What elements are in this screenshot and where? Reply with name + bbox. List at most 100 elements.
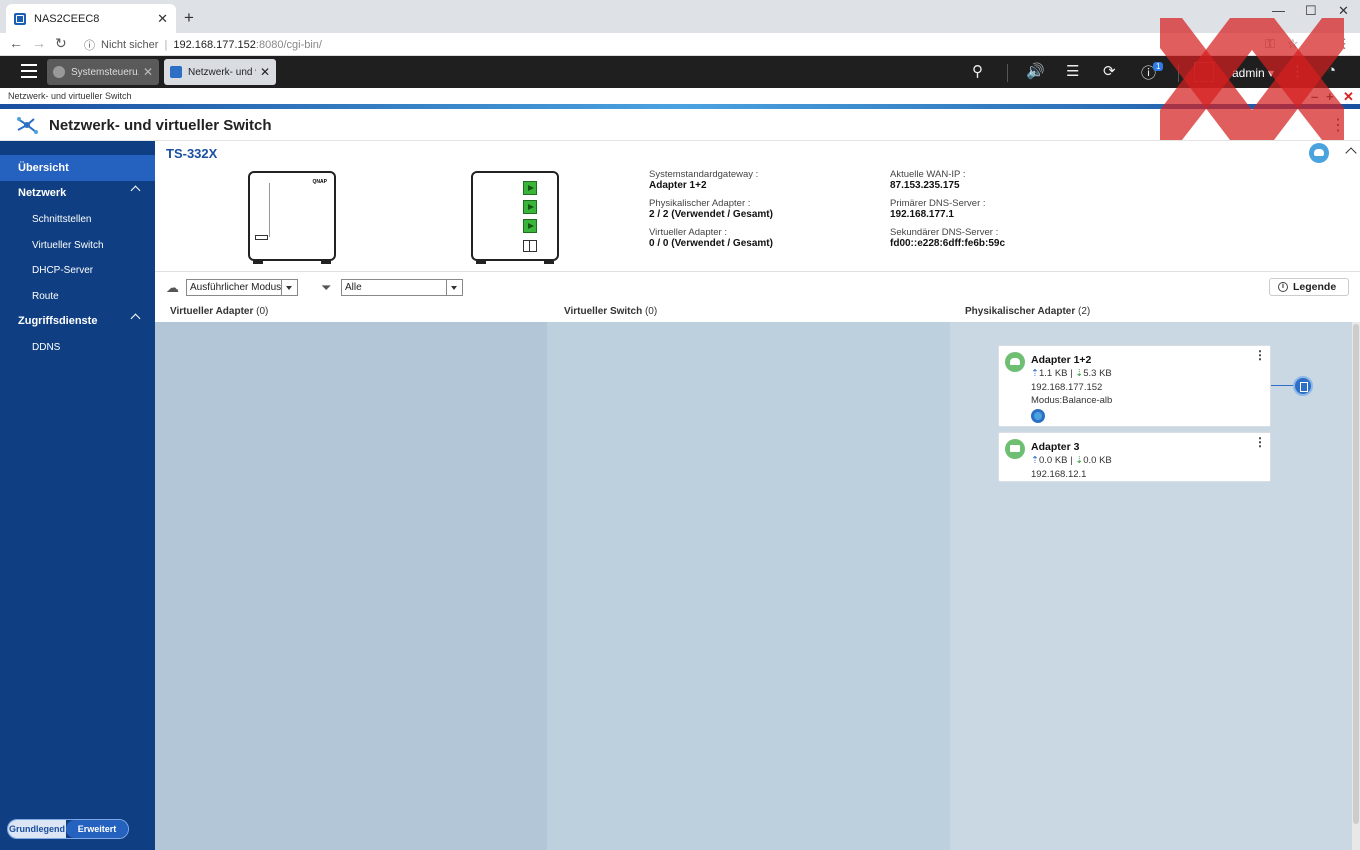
virtual-adapter-label: Virtueller Adapter : [649,227,727,238]
scrollbar[interactable] [1352,322,1360,850]
chevron-up-icon [130,313,141,324]
app-tab-label: Netzwerk- und v... [188,66,256,78]
app-tab-network[interactable]: Netzwerk- und v... ✕ [164,59,276,85]
browser-menu-icon[interactable]: ⋮ [1338,36,1351,52]
sidebar-item-label: Netzwerk [18,187,67,199]
close-app-tab-icon[interactable]: ✕ [143,65,153,79]
gear-icon [53,66,65,78]
info-icon[interactable]: ⓘ [84,37,95,53]
lan-port-icon[interactable] [523,200,537,214]
sfp-port-icon[interactable] [523,240,537,252]
user-avatar[interactable] [1194,62,1214,82]
main-menu-icon[interactable] [21,64,37,78]
adapter-ip: 192.168.12.1 [1031,469,1087,480]
column-header-physical-adapter: Physikalischer Adapter (2) [965,306,1090,317]
adapter-card[interactable]: Adapter 1+2 ⋮ ⇡1.1 KB | ⇣5.3 KB 192.168.… [998,345,1271,427]
adapter-mode: Modus:Balance-alb [1031,395,1113,406]
filter-select-value: Alle [345,282,362,293]
sidebar-section-access-services[interactable]: Zugriffsdienste [0,308,155,334]
nas-foot [544,261,554,264]
forward-icon[interactable]: → [32,35,46,51]
adapter-menu-icon[interactable]: ⋮ [1254,349,1266,361]
key-icon[interactable]: ⚿ [1265,36,1275,52]
search-icon[interactable]: ⚲ [972,62,983,80]
mode-basic-button[interactable]: Grundlegend [8,820,66,838]
app-tab-control-panel[interactable]: Systemsteueru... ✕ [47,59,159,85]
sidebar-section-network[interactable]: Netzwerk [0,180,155,206]
sidebar-item-virtual-switch[interactable]: Virtueller Switch [0,232,155,258]
window-minimize-icon[interactable]: – [1311,89,1318,104]
nas-foot [476,261,486,264]
more-options-icon[interactable]: ⋮ [1290,62,1305,80]
scrollbar-thumb[interactable] [1353,324,1359,824]
network-app-icon [170,66,182,78]
sidebar-item-route[interactable]: Route [0,283,155,309]
lan-port-icon[interactable] [523,181,537,195]
info-icon: i [1278,282,1288,292]
tasks-icon[interactable]: ☰ [1066,62,1079,80]
lan-port-icon[interactable] [523,219,537,233]
sidebar-item-label: DHCP-Server [32,264,94,276]
back-icon[interactable]: ← [9,35,23,51]
filter-select[interactable]: Alle [341,279,463,296]
cloud-icon[interactable] [1309,143,1329,163]
sidebar-item-ddns[interactable]: DDNS [0,334,155,360]
secondary-dns-label: Sekundärer DNS-Server : [890,227,999,238]
physical-adapter-value: 2 / 2 (Verwendet / Gesamt) [649,209,773,220]
collapse-icon[interactable] [1345,147,1357,159]
sidebar-item-label: Virtueller Switch [32,239,104,251]
sidebar-item-label: Schnittstellen [32,213,92,225]
speaker-icon[interactable]: 🔊 [1026,62,1045,80]
sidebar-item-interfaces[interactable]: Schnittstellen [0,206,155,232]
download-value: 5.3 KB [1083,368,1112,379]
nas-foot [253,261,263,264]
column-title: Virtueller Adapter [170,306,254,317]
maximize-icon[interactable]: ☐ [1305,3,1317,19]
window-close-icon[interactable]: ✕ [1343,89,1354,105]
minimize-icon[interactable]: — [1272,3,1285,18]
adapter-traffic: ⇡0.0 KB | ⇣0.0 KB [1031,455,1112,466]
sidebar-item-dhcp[interactable]: DHCP-Server [0,257,155,283]
mode-select[interactable]: Ausführlicher Modus [186,279,298,296]
network-summary-right: Aktuelle WAN-IP : 87.153.235.175 Primäre… [890,169,1005,256]
chevron-up-icon [130,185,141,196]
physical-port-icon[interactable] [1293,376,1313,396]
sidebar-item-label: Übersicht [18,162,69,174]
app-more-icon[interactable]: ⋮ [1330,115,1346,135]
legend-button[interactable]: i Legende [1269,278,1349,296]
chevron-down-icon [281,280,297,295]
username-menu[interactable]: admin ▾ [1232,66,1274,80]
sync-icon[interactable]: ⟳ [1103,62,1116,80]
adapter-icon [1005,352,1025,372]
app-tab-label: Systemsteueru... [71,66,139,78]
sidebar-item-overview[interactable]: Übersicht [0,155,155,181]
adapter-connector-line [1271,385,1293,386]
dashboard-icon[interactable]: ◔ [1327,62,1336,79]
adapter-menu-icon[interactable]: ⋮ [1254,436,1266,448]
adapter-card[interactable]: Adapter 3 ⋮ ⇡0.0 KB | ⇣0.0 KB 192.168.12… [998,432,1271,482]
star-icon[interactable]: ☆ [1287,36,1299,52]
url-path: :8080/cgi-bin/ [255,39,322,51]
window-strip-title: Netzwerk- und virtueller Switch [8,91,132,101]
column-title: Virtueller Switch [564,306,643,317]
virtual-switch-column [547,322,950,850]
url-field[interactable]: ⓘ Nicht sicher | 192.168.177.152 :8080/c… [84,37,322,53]
close-app-tab-icon[interactable]: ✕ [260,65,270,79]
gateway-label: Systemstandardgateway : [649,169,759,180]
url-separator: | [164,39,168,51]
secondary-dns-value: fd00::e228:6dff:fe6b:59c [890,238,1006,249]
close-window-icon[interactable]: ✕ [1338,3,1349,19]
reload-icon[interactable]: ↻ [55,35,67,52]
upload-icon: ⇡ [1031,455,1039,466]
network-switch-icon [17,117,38,134]
window-maximize-icon[interactable]: + [1326,89,1334,104]
new-tab-icon[interactable]: + [184,8,194,28]
adapter-name: Adapter 3 [1031,441,1080,453]
app-title: Netzwerk- und virtueller Switch [49,117,272,134]
qts-topbar: Systemsteueru... ✕ Netzwerk- und v... ✕ … [0,56,1360,88]
close-tab-icon[interactable]: ✕ [157,11,168,27]
mode-advanced-button[interactable]: Erweitert [66,820,128,838]
browser-tab[interactable]: NAS2CEEC8 ✕ [6,4,176,33]
column-header-virtual-adapter: Virtueller Adapter (0) [170,306,268,317]
sidebar-item-label: DDNS [32,341,61,353]
